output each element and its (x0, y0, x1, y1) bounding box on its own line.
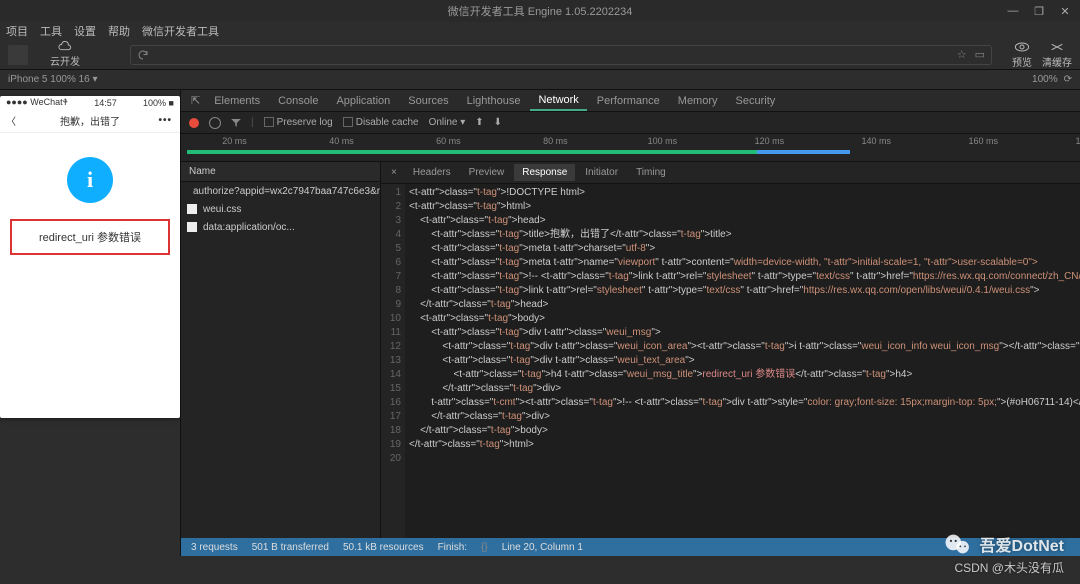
request-row[interactable]: data:application/oc... (181, 218, 380, 236)
devtools-panel: ⇱ Elements Console Application Sources L… (180, 90, 1080, 556)
request-list: Name authorize?appid=wx2c7947baa747c6e3&… (181, 162, 381, 538)
device-selector[interactable]: iPhone 5 100% 16 ▾ (8, 74, 98, 85)
close-detail-icon[interactable]: × (385, 164, 403, 181)
menu-tools[interactable]: 工具 (40, 23, 62, 39)
avatar[interactable] (8, 45, 28, 65)
status-resources: 50.1 kB resources (343, 542, 424, 553)
tab-preview[interactable]: Preview (461, 164, 513, 181)
back-icon[interactable]: 〈 (6, 113, 16, 128)
tab-sources[interactable]: Sources (400, 92, 456, 110)
menu-settings[interactable]: 设置 (74, 23, 96, 39)
tab-console[interactable]: Console (270, 92, 326, 110)
devtools-statusbar: 3 requests 501 B transferred 50.1 kB res… (181, 538, 1080, 556)
zoom-indicator[interactable]: 100% (1032, 74, 1058, 85)
info-icon: i (67, 157, 113, 203)
record-button[interactable] (189, 118, 199, 128)
status-finish: Finish: (438, 542, 467, 553)
refresh-icon (137, 49, 149, 61)
status-cursor: Line 20, Column 1 (502, 542, 583, 553)
tab-performance[interactable]: Performance (589, 92, 668, 110)
phone-preview: ●●●● WeChat🕈 14:57 100% ■ 〈 抱歉，出错了 ••• i… (0, 96, 180, 418)
request-detail: × Headers Preview Response Initiator Tim… (381, 162, 1080, 538)
maximize-button[interactable]: ❐ (1032, 4, 1046, 18)
page-title: 抱歉，出错了 (60, 113, 120, 128)
tab-response[interactable]: Response (514, 164, 575, 181)
clear-cache-button[interactable]: 清缓存 (1042, 40, 1072, 69)
throttling-select[interactable]: Online ▾ (429, 117, 466, 128)
network-timeline[interactable]: 20 ms 40 ms 60 ms 80 ms 100 ms 120 ms 14… (181, 134, 1080, 162)
folder-icon[interactable]: ▭ (975, 48, 985, 61)
rotate-icon[interactable]: ⟳ (1064, 74, 1072, 85)
menu-dots-icon[interactable]: ••• (158, 115, 172, 126)
network-toolbar: | Preserve log Disable cache Online ▾ ⬆ … (181, 112, 1080, 134)
timeline-bar (187, 150, 850, 154)
menu-project[interactable]: 项目 (6, 23, 28, 39)
close-button[interactable]: ✕ (1058, 4, 1072, 18)
disable-cache-checkbox[interactable]: Disable cache (343, 117, 419, 128)
simulator-pane: ●●●● WeChat🕈 14:57 100% ■ 〈 抱歉，出错了 ••• i… (0, 90, 180, 556)
tab-application[interactable]: Application (328, 92, 398, 110)
file-icon (187, 204, 197, 214)
status-carrier: ●●●● WeChat🕈 (6, 97, 68, 108)
toolbar: 云开发 ☆ ▭ 预览 清缓存 (0, 40, 1080, 70)
tab-headers[interactable]: Headers (405, 164, 459, 181)
devtools-tabs: ⇱ Elements Console Application Sources L… (181, 90, 1080, 112)
request-row[interactable]: authorize?appid=wx2c7947baa747c6e3&redir… (181, 182, 380, 200)
request-row[interactable]: weui.css (181, 200, 380, 218)
tab-timing[interactable]: Timing (628, 164, 674, 181)
column-name[interactable]: Name (181, 162, 380, 182)
minimize-button[interactable]: — (1006, 4, 1020, 18)
tab-lighthouse[interactable]: Lighthouse (459, 92, 529, 110)
download-icon[interactable]: ⬇ (494, 117, 502, 128)
cloud-dev-button[interactable]: 云开发 (50, 41, 80, 68)
status-battery: 100% ■ (143, 98, 174, 108)
status-transferred: 501 B transferred (252, 542, 329, 553)
preview-button[interactable]: 预览 (1012, 40, 1032, 69)
window-title: 微信开发者工具 Engine 1.05.2202234 (448, 3, 633, 19)
upload-icon[interactable]: ⬆ (475, 117, 483, 128)
preserve-log-checkbox[interactable]: Preserve log (264, 117, 333, 128)
tab-memory[interactable]: Memory (670, 92, 726, 110)
response-body[interactable]: 1234567891011121314151617181920 <t-attr"… (381, 184, 1080, 538)
star-icon[interactable]: ☆ (957, 48, 967, 61)
address-bar[interactable]: ☆ ▭ (130, 45, 992, 65)
error-message: redirect_uri 参数错误 (10, 219, 170, 255)
inspect-icon[interactable]: ⇱ (187, 91, 204, 110)
filter-icon[interactable] (231, 119, 241, 127)
menu-bar: 项目 工具 设置 帮助 微信开发者工具 (0, 22, 1080, 40)
status-time: 14:57 (94, 98, 117, 108)
tab-initiator[interactable]: Initiator (577, 164, 626, 181)
tab-security[interactable]: Security (728, 92, 784, 110)
csdn-watermark: CSDN @木头没有瓜 (954, 559, 1064, 576)
tab-elements[interactable]: Elements (206, 92, 268, 110)
menu-wechat[interactable]: 微信开发者工具 (142, 23, 219, 39)
status-requests: 3 requests (191, 542, 238, 553)
tab-network[interactable]: Network (530, 91, 586, 111)
file-icon (187, 222, 197, 232)
clear-button[interactable] (209, 117, 221, 129)
menu-help[interactable]: 帮助 (108, 23, 130, 39)
